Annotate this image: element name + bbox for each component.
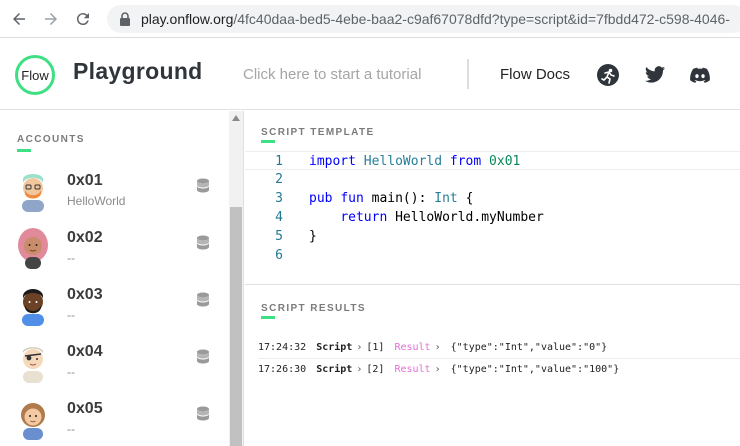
discord-icon[interactable] <box>689 64 711 86</box>
line-number: 3 <box>275 191 283 206</box>
result-divider <box>258 358 740 359</box>
account-address: 0x04 <box>67 343 103 360</box>
code-token: pub <box>309 191 333 206</box>
accounts-sidebar: ACCOUNTS 0x01 HelloWorld 0x02 -- 0x03 --… <box>0 111 244 446</box>
arrow-right-icon <box>45 12 57 25</box>
reload-icon <box>76 12 89 25</box>
account-item-0x03[interactable]: 0x03 -- <box>0 280 228 336</box>
result-index: [1] <box>366 342 385 353</box>
line-number: 5 <box>275 229 283 244</box>
code-token: 0x01 <box>489 154 521 169</box>
account-contract: -- <box>67 365 75 379</box>
twitter-icon[interactable] <box>644 64 666 86</box>
results-underline <box>261 316 275 319</box>
result-label: Result <box>394 364 431 375</box>
avatar <box>22 289 44 326</box>
database-icon[interactable] <box>196 178 210 194</box>
logo-text: Flow <box>21 67 49 83</box>
script-template-title: SCRIPT TEMPLATE <box>261 127 375 138</box>
avatar <box>22 174 44 212</box>
code-token: HelloWorld <box>363 154 443 169</box>
code-token: } <box>309 229 317 244</box>
chevron-right-icon: › <box>434 364 441 375</box>
database-icon[interactable] <box>196 235 210 251</box>
code-token: fun <box>340 191 364 206</box>
line-number: 4 <box>275 210 283 225</box>
reload-button[interactable] <box>70 6 96 32</box>
code-token: import <box>309 154 356 169</box>
template-underline <box>261 140 275 143</box>
result-index: [2] <box>366 364 385 375</box>
code-token: return <box>340 210 388 225</box>
result-value: {"type":"Int","value":"0"} <box>450 342 608 353</box>
account-contract: -- <box>67 251 75 265</box>
account-contract: -- <box>67 308 75 322</box>
accounts-underline <box>17 149 31 152</box>
result-kind: Script <box>316 364 353 375</box>
avatar <box>21 403 45 440</box>
code-line-3[interactable]: 3 pub fun main(): Int { <box>245 189 740 208</box>
app-header: Flow Playground Click here to start a tu… <box>0 38 740 110</box>
result-time: 17:26:30 <box>258 364 307 375</box>
brand-title: Playground <box>73 58 203 84</box>
line-number: 2 <box>275 172 283 187</box>
tutorial-link[interactable]: Click here to start a tutorial <box>243 66 421 83</box>
caret-up-icon <box>232 115 240 121</box>
account-contract: -- <box>67 422 75 436</box>
result-time: 17:24:32 <box>258 342 307 353</box>
account-item-0x04[interactable]: 0x04 -- <box>0 337 228 393</box>
account-item-0x05[interactable]: 0x05 -- <box>0 394 228 446</box>
back-button[interactable] <box>6 6 32 32</box>
chevron-right-icon: › <box>356 364 363 375</box>
code-line-2[interactable]: 2 <box>245 170 740 189</box>
url-host: play.onflow.org <box>141 11 234 27</box>
accounts-title: ACCOUNTS <box>17 134 85 145</box>
account-item-0x02[interactable]: 0x02 -- <box>0 223 228 279</box>
code-token: main(): <box>371 191 427 206</box>
account-contract: HelloWorld <box>67 194 126 208</box>
database-icon[interactable] <box>196 292 210 308</box>
result-label: Result <box>394 342 431 353</box>
script-results-panel: SCRIPT RESULTS 17:24:32 Script › [1] Resul… <box>245 286 740 446</box>
code-line-1[interactable]: 1 import HelloWorld from 0x01 <box>245 151 740 170</box>
url-path: /4fc40daa-bed5-4ebe-baa2-c9af67078dfd?ty… <box>233 11 730 27</box>
line-number: 6 <box>275 248 283 263</box>
forward-button[interactable] <box>38 6 64 32</box>
flow-docs-link[interactable]: Flow Docs <box>500 66 570 83</box>
database-icon[interactable] <box>196 406 210 422</box>
account-address: 0x05 <box>67 400 103 417</box>
result-value: {"type":"Int","value":"100"} <box>450 364 620 375</box>
flow-logo[interactable]: Flow <box>15 55 55 95</box>
result-row: 17:26:30 Script › [2] Result › {"type":"Int… <box>258 361 740 379</box>
lock-icon <box>120 12 130 26</box>
arrow-left-icon <box>13 12 25 25</box>
avatar <box>18 228 48 269</box>
code-line-5[interactable]: 5 } <box>245 227 740 246</box>
account-item-0x01[interactable]: 0x01 HelloWorld <box>0 166 228 222</box>
account-address: 0x02 <box>67 229 103 246</box>
address-bar[interactable]: play.onflow.org/4fc40daa-bed5-4ebe-baa2-… <box>107 5 740 33</box>
code-line-6[interactable]: 6 <box>245 246 740 265</box>
scroll-up-button[interactable] <box>229 111 243 125</box>
scrollbar-thumb[interactable] <box>230 207 242 446</box>
code-token: HelloWorld.myNumber <box>395 210 544 225</box>
chevron-right-icon: › <box>356 342 363 353</box>
header-divider <box>467 59 469 89</box>
account-address: 0x01 <box>67 172 103 189</box>
result-kind: Script <box>316 342 353 353</box>
code-line-4[interactable]: 4 return HelloWorld.myNumber <box>245 208 740 227</box>
chevron-right-icon: › <box>434 342 441 353</box>
code-token: Int <box>434 191 458 206</box>
account-address: 0x03 <box>67 286 103 303</box>
avatar <box>23 347 43 383</box>
script-editor[interactable]: SCRIPT TEMPLATE 1 import HelloWorld from… <box>245 111 740 285</box>
code-token: { <box>465 191 474 206</box>
script-results-title: SCRIPT RESULTS <box>261 303 366 314</box>
line-number: 1 <box>275 154 283 169</box>
browser-toolbar: play.onflow.org/4fc40daa-bed5-4ebe-baa2-… <box>0 0 740 38</box>
database-icon[interactable] <box>196 349 210 365</box>
code-token: from <box>449 154 482 169</box>
gitcoin-icon[interactable] <box>597 64 619 86</box>
result-row: 17:24:32 Script › [1] Result › {"type":"Int… <box>258 339 740 357</box>
